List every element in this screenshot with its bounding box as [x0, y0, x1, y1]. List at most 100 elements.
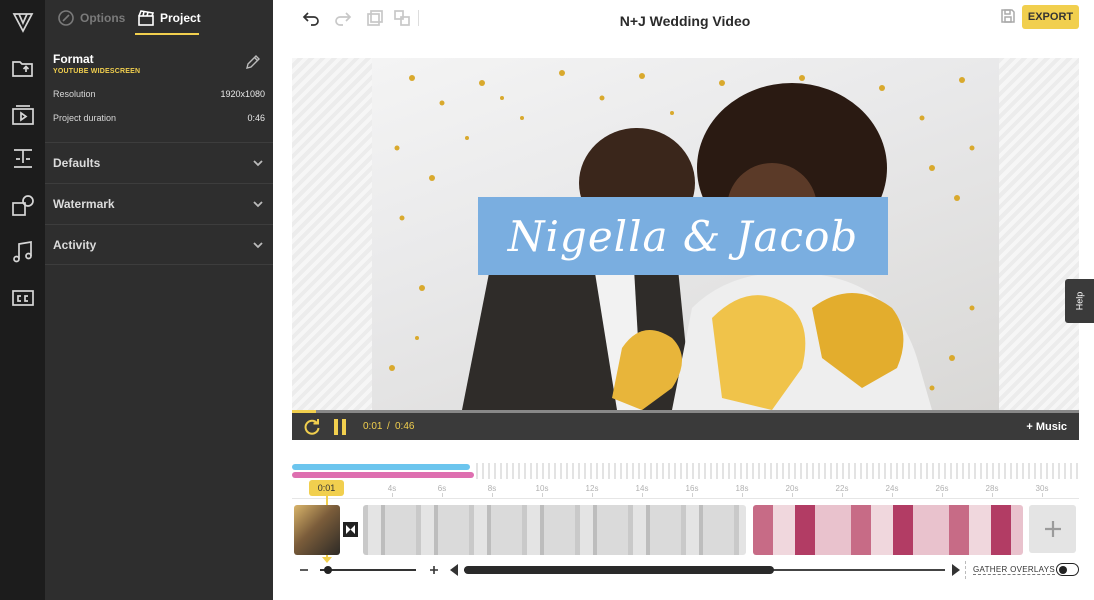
timeline-clip-2[interactable] — [363, 505, 746, 555]
gather-overlays-label[interactable]: GATHER OVERLAYS — [973, 565, 1055, 575]
tab-project-label: Project — [160, 11, 201, 25]
audio-track-voice[interactable] — [292, 464, 470, 470]
audio-waveform — [476, 463, 1078, 479]
zoom-slider[interactable] — [320, 569, 416, 571]
plus-icon — [1044, 521, 1061, 537]
section-activity[interactable]: Activity — [45, 224, 273, 265]
options-icon — [58, 10, 74, 26]
audio-track-music[interactable] — [292, 472, 474, 478]
duplicate-button[interactable] — [364, 8, 386, 28]
ruler-tick — [842, 493, 843, 497]
toggle-knob — [1059, 565, 1067, 574]
save-icon — [1001, 9, 1015, 23]
title-overlay-text[interactable]: Nigella & Jacob — [508, 212, 859, 261]
undo-button[interactable] — [300, 8, 322, 28]
ruler-tick — [892, 493, 893, 497]
export-button[interactable]: EXPORT — [1022, 5, 1079, 29]
ruler-tick — [542, 493, 543, 497]
save-button[interactable] — [1000, 8, 1018, 26]
playhead-marker — [322, 557, 332, 563]
add-music-button[interactable]: + Music — [1026, 421, 1067, 433]
folder-upload-icon[interactable] — [0, 48, 45, 88]
tab-options[interactable]: Options — [57, 0, 125, 36]
gather-overlays-toggle[interactable] — [1056, 563, 1079, 576]
ruler-tick-label: 14s — [635, 484, 649, 493]
clapperboard-icon — [138, 10, 155, 26]
ruler-tick-label: 10s — [535, 484, 549, 493]
ruler-line — [292, 498, 1079, 499]
transition-icon[interactable] — [343, 522, 358, 537]
duplicate-icon — [367, 10, 383, 26]
resolution-label: Resolution — [53, 89, 96, 99]
ruler-tick-label: 16s — [685, 484, 699, 493]
ruler-tick — [392, 493, 393, 497]
media-library-icon[interactable] — [0, 96, 45, 136]
section-defaults-label: Defaults — [53, 156, 101, 170]
ruler-tick-label: 22s — [835, 484, 849, 493]
ruler-tick — [792, 493, 793, 497]
help-label: Help — [1074, 291, 1085, 311]
resolution-value: 1920x1080 — [220, 89, 265, 99]
chevron-down-icon — [253, 198, 263, 208]
replay-button[interactable] — [302, 417, 322, 437]
project-duration-value: 0:46 — [247, 113, 265, 123]
redo-button[interactable] — [332, 8, 354, 28]
ruler-tick — [592, 493, 593, 497]
ruler-tick — [492, 493, 493, 497]
ruler-tick — [942, 493, 943, 497]
ruler-tick-label: 12s — [585, 484, 599, 493]
ruler-tick — [642, 493, 643, 497]
playhead-handle[interactable]: 0:01 — [309, 480, 344, 496]
undo-icon — [302, 12, 319, 26]
format-subtitle: YOUTUBE WIDESCREEN — [53, 68, 141, 75]
active-tab-indicator — [135, 33, 199, 35]
timeline-scrollbar-thumb[interactable] — [464, 566, 774, 574]
title-overlay[interactable]: Nigella & Jacob — [478, 197, 888, 275]
project-panel: Options Project Format YOUTUBE WIDESCREE… — [45, 0, 273, 600]
help-button[interactable]: Help — [1065, 279, 1094, 323]
music-note-icon[interactable] — [0, 232, 45, 272]
add-clip-button[interactable] — [1029, 505, 1076, 553]
format-title: Format — [53, 52, 94, 66]
ruler-tick-label: 18s — [735, 484, 749, 493]
section-defaults[interactable]: Defaults — [45, 142, 273, 183]
ruler-tick — [692, 493, 693, 497]
layers-icon — [394, 10, 410, 26]
edit-format-button[interactable] — [245, 54, 263, 72]
closed-captions-icon[interactable] — [0, 278, 45, 318]
plus-icon — [430, 566, 438, 574]
ruler-tick — [742, 493, 743, 497]
current-time: 0:01 — [363, 421, 383, 432]
ruler-tick-label: 24s — [885, 484, 899, 493]
arrange-button[interactable] — [391, 8, 413, 28]
scroll-right-button[interactable] — [952, 564, 960, 576]
replay-icon — [304, 419, 320, 435]
text-icon[interactable] — [0, 138, 45, 178]
ruler-tick — [442, 493, 443, 497]
pause-button[interactable] — [332, 418, 350, 436]
shapes-icon[interactable] — [0, 186, 45, 226]
playback-bar: 0:01 / 0:46 + Music — [292, 413, 1079, 440]
zoom-out-button[interactable] — [297, 563, 311, 577]
ruler-tick — [1042, 493, 1043, 497]
zoom-slider-knob[interactable] — [324, 566, 332, 574]
tab-project[interactable]: Project — [137, 0, 201, 36]
timeline-clip-1[interactable] — [294, 505, 340, 555]
ruler-tick-label: 20s — [785, 484, 799, 493]
chevron-down-icon — [253, 239, 263, 249]
ruler-tick — [992, 493, 993, 497]
tab-options-label: Options — [80, 11, 126, 25]
section-watermark-label: Watermark — [53, 197, 115, 211]
logo-icon[interactable] — [0, 2, 45, 42]
ruler-tick-label: 30s — [1035, 484, 1049, 493]
pause-icon — [334, 419, 346, 435]
tool-rail — [0, 0, 45, 600]
ruler-tick-label: 4s — [387, 484, 397, 493]
section-watermark[interactable]: Watermark — [45, 183, 273, 224]
panel-tabs: Options Project — [45, 0, 273, 36]
ruler-tick-label: 28s — [985, 484, 999, 493]
total-time: 0:46 — [395, 421, 415, 432]
zoom-in-button[interactable] — [427, 563, 441, 577]
scroll-left-button[interactable] — [450, 564, 458, 576]
timeline-clip-3[interactable] — [753, 505, 1023, 555]
